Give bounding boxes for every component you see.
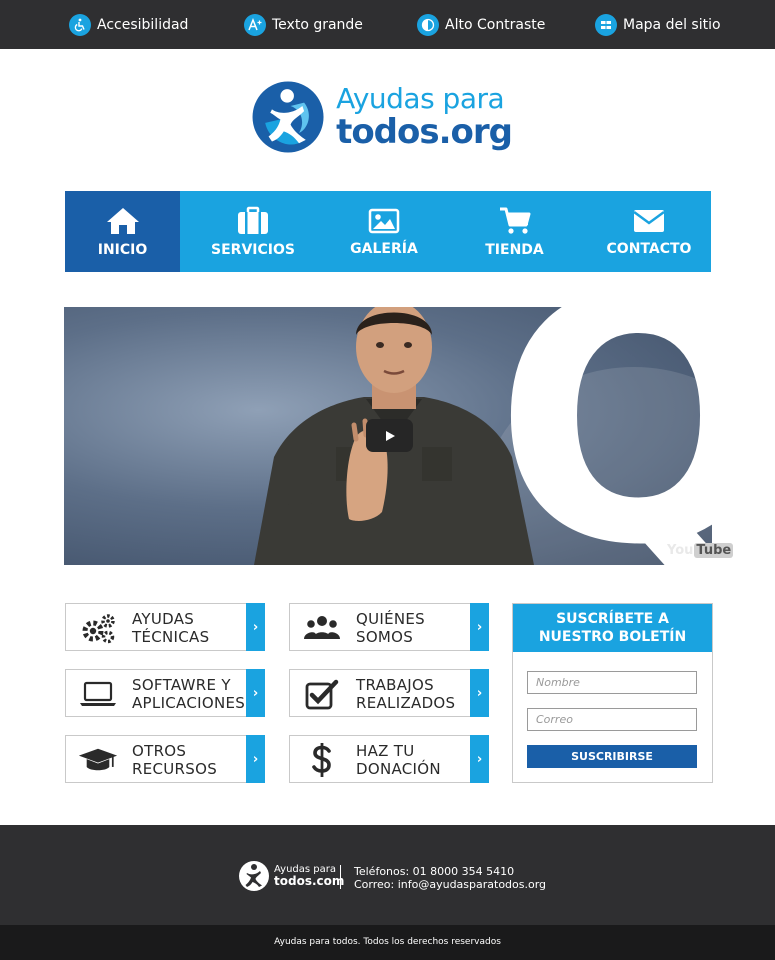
- tile-label-line1: AYUDAS: [132, 610, 195, 628]
- copyright-bar: Ayudas para todos. Todos los derechos re…: [0, 925, 775, 960]
- tile-label-line1: QUIÉNES: [356, 610, 426, 628]
- nav-label: TIENDA: [485, 241, 544, 258]
- tile-label: HAZ TU DONACIÓN: [356, 742, 441, 778]
- laptop-icon: [78, 678, 118, 710]
- large-text-label: Texto grande: [272, 17, 363, 33]
- wheelchair-icon: [69, 14, 91, 36]
- tile-label-line2: DONACIÓN: [356, 760, 441, 778]
- tile-label: AYUDAS TÉCNICAS: [132, 610, 209, 646]
- tile-label: QUIÉNES SOMOS: [356, 610, 425, 646]
- footer: Ayudas para todos.com Teléfonos: 01 8000…: [0, 825, 775, 925]
- chevron-right-icon: ›: [470, 603, 489, 651]
- high-contrast-link[interactable]: Alto Contraste: [417, 14, 545, 36]
- large-text-link[interactable]: Texto grande: [244, 14, 363, 36]
- accessibility-label: Accesibilidad: [97, 17, 189, 33]
- footer-divider: [340, 865, 341, 889]
- nav-item-inicio[interactable]: INICIO: [65, 191, 180, 272]
- newsletter-title-line2: NUESTRO BOLETÍN: [538, 629, 687, 645]
- play-icon: [385, 430, 395, 441]
- tile-label-line1: TRABAJOS: [356, 676, 434, 694]
- tile-otros-recursos[interactable]: OTROS RECURSOS ›: [65, 735, 265, 783]
- sitemap-label: Mapa del sitio: [623, 17, 721, 33]
- tile-label-line2: RECURSOS: [132, 760, 218, 778]
- sitemap-icon: [595, 14, 617, 36]
- checkbox-icon: [302, 678, 342, 710]
- accessibility-bar: Accesibilidad Texto grande Alto Contrast…: [0, 0, 775, 49]
- accessibility-link[interactable]: Accesibilidad: [69, 14, 188, 36]
- name-field[interactable]: [527, 671, 697, 694]
- high-contrast-label: Alto Contraste: [445, 17, 546, 33]
- logo-text-line2: todos.org: [336, 112, 513, 152]
- nav-item-contacto[interactable]: CONTACTO: [587, 191, 711, 272]
- tile-label: TRABAJOS REALIZADOS: [356, 676, 455, 712]
- footer-logo-line2: todos.com: [274, 874, 345, 888]
- logo-mark-icon: [252, 81, 324, 153]
- nav-item-tienda[interactable]: TIENDA: [442, 191, 587, 272]
- contrast-icon: [417, 14, 439, 36]
- nav-label: SERVICIOS: [211, 241, 295, 258]
- tile-label-line2: TÉCNICAS: [132, 628, 210, 646]
- text-size-icon: [244, 14, 266, 36]
- chevron-right-icon: ›: [246, 669, 265, 717]
- users-icon: [302, 612, 342, 644]
- chevron-right-icon: ›: [246, 603, 265, 651]
- footer-logo[interactable]: Ayudas para todos.com: [238, 860, 344, 892]
- sitemap-link[interactable]: Mapa del sitio: [595, 14, 721, 36]
- tile-software-aplicaciones[interactable]: SOFTAWRE Y APLICACIONES ›: [65, 669, 265, 717]
- main-navigation: INICIO SERVICIOS GALERÍA TIENDA CONTACTO: [65, 191, 711, 272]
- chevron-right-icon: ›: [470, 735, 489, 783]
- dollar-icon: [302, 743, 342, 777]
- envelope-icon: [633, 209, 665, 232]
- subscribe-button[interactable]: SUSCRIBIRSE: [527, 745, 697, 768]
- cart-icon: [499, 207, 530, 234]
- tile-quienes-somos[interactable]: QUIÉNES SOMOS ›: [289, 603, 489, 651]
- briefcase-icon: [238, 206, 268, 234]
- nav-item-servicios[interactable]: SERVICIOS: [180, 191, 326, 272]
- site-logo[interactable]: Ayudas para todos.org: [250, 74, 513, 160]
- image-icon: [368, 208, 400, 233]
- nav-label: INICIO: [97, 241, 148, 258]
- tile-label-line1: OTROS: [132, 742, 187, 760]
- graduation-cap-icon: [78, 744, 118, 776]
- tile-haz-tu-donacion[interactable]: HAZ TU DONACIÓN ›: [289, 735, 489, 783]
- youtube-tube-text: Tube: [694, 543, 734, 558]
- footer-contact: Teléfonos: 01 8000 354 5410 Correo: info…: [354, 865, 546, 891]
- chevron-right-icon: ›: [246, 735, 265, 783]
- gears-icon: [78, 612, 118, 644]
- nav-label: CONTACTO: [606, 240, 692, 257]
- email-field[interactable]: [527, 708, 697, 731]
- logo-text-line1: Ayudas para: [336, 82, 505, 115]
- tile-label: OTROS RECURSOS: [132, 742, 217, 778]
- footer-phone: Teléfonos: 01 8000 354 5410: [354, 865, 515, 878]
- tile-label-line2: REALIZADOS: [356, 694, 456, 712]
- newsletter-box: SUSCRÍBETE A NUESTRO BOLETÍN SUSCRIBIRSE: [512, 603, 713, 783]
- tile-label: SOFTAWRE Y APLICACIONES: [132, 676, 245, 712]
- play-button[interactable]: [366, 419, 413, 452]
- nav-label: GALERÍA: [350, 240, 418, 257]
- youtube-logo[interactable]: You Tube: [667, 543, 734, 558]
- tile-ayudas-tecnicas[interactable]: AYUDAS TÉCNICAS ›: [65, 603, 265, 651]
- newsletter-title: SUSCRÍBETE A NUESTRO BOLETÍN: [513, 604, 712, 652]
- chevron-right-icon: ›: [470, 669, 489, 717]
- copyright-text: Ayudas para todos. Todos los derechos re…: [274, 937, 501, 947]
- youtube-you-text: You: [667, 543, 694, 558]
- home-icon: [106, 207, 139, 234]
- footer-logo-mark-icon: [239, 861, 269, 891]
- tile-label-line2: APLICACIONES: [132, 694, 246, 712]
- tile-trabajos-realizados[interactable]: TRABAJOS REALIZADOS ›: [289, 669, 489, 717]
- tile-label-line2: SOMOS: [356, 628, 414, 646]
- newsletter-title-line1: SUSCRÍBETE A: [556, 611, 669, 627]
- footer-email: Correo: info@ayudasparatodos.org: [354, 878, 547, 891]
- nav-item-galeria[interactable]: GALERÍA: [326, 191, 442, 272]
- tile-label-line1: HAZ TU: [356, 742, 415, 760]
- tile-label-line1: SOFTAWRE Y: [132, 676, 231, 694]
